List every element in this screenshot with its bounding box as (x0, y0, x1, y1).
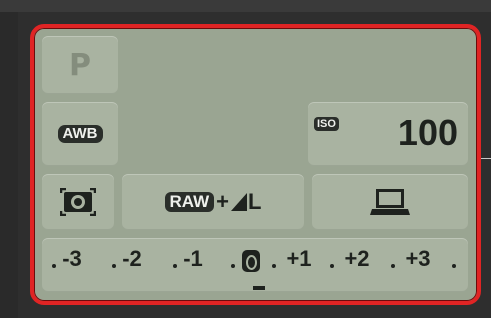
left-strip (0, 12, 18, 318)
scale-zero-marker (242, 250, 260, 272)
scale-dot (112, 264, 116, 268)
top-strip (0, 0, 491, 12)
iso-cell[interactable]: ISO 100 (308, 102, 468, 166)
scale-dot (231, 264, 235, 268)
evaluative-metering-icon (60, 188, 96, 216)
scale-dot (452, 264, 456, 268)
metering-mode-cell[interactable] (42, 174, 114, 230)
exposure-level-indicator (253, 286, 265, 290)
scale-dot (173, 264, 177, 268)
jpeg-size-value: L (248, 189, 262, 214)
quality-plus-sign: + (216, 189, 230, 214)
save-destination-cell[interactable] (312, 174, 468, 230)
scale-label-plus-3: +3 (405, 246, 431, 271)
exposure-scale: -3 -2 -1 +1 +2 +3 (42, 238, 468, 292)
scale-label-minus-3: -3 (62, 246, 82, 271)
shooting-mode-cell[interactable]: P (42, 36, 118, 94)
fine-jpeg-quality-icon (231, 193, 248, 211)
scale-label-minus-2: -2 (122, 246, 142, 271)
scale-label-plus-1: +1 (286, 246, 312, 271)
iso-value: 100 (397, 112, 458, 153)
white-balance-value: AWB (57, 124, 103, 144)
scale-dot (272, 264, 276, 268)
exposure-compensation-cell[interactable]: -3 -2 -1 +1 +2 +3 (42, 238, 468, 292)
scale-label-minus-1: -1 (183, 246, 203, 271)
scale-label-plus-2: +2 (344, 246, 370, 271)
raw-quality-badge: RAW (164, 191, 215, 213)
scale-dot (391, 264, 395, 268)
computer-laptop-icon (370, 189, 410, 215)
iso-badge: ISO (314, 117, 339, 132)
camera-settings-panel[interactable]: P AWB ISO 100 RAW + L -3 -2 -1 +1 +2 +3 (30, 24, 481, 305)
white-balance-cell[interactable]: AWB (42, 102, 118, 166)
scale-dot (52, 264, 56, 268)
image-quality-cell[interactable]: RAW + L (122, 174, 304, 230)
scale-dot (330, 264, 334, 268)
shooting-mode-value: P (69, 47, 91, 83)
